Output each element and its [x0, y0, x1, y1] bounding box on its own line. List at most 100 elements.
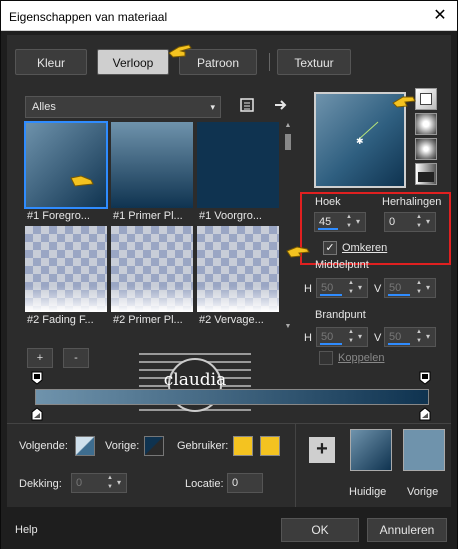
scroll-up-icon[interactable]: ▲: [283, 122, 293, 129]
current-preview: [350, 429, 392, 471]
slider-fill: [388, 343, 410, 345]
invert-label: Omkeren: [342, 242, 388, 254]
midpoint-h-label: H: [304, 283, 312, 295]
linear-style-button[interactable]: [415, 88, 437, 110]
list-icon[interactable]: [239, 97, 255, 113]
angle-field[interactable]: 45 ▲ ▼ ▾: [314, 212, 366, 232]
rectangular-style-button[interactable]: [415, 113, 437, 135]
repeats-label: Herhalingen: [382, 196, 442, 208]
gradient-label: #2 Vervage...: [199, 314, 264, 326]
next-swatch[interactable]: [75, 436, 95, 456]
remove-gradient-button[interactable]: -: [63, 348, 89, 368]
midpoint-label: Middelpunt: [315, 259, 369, 271]
midpoint-v-value: 50: [389, 282, 402, 294]
midpoint-h-field[interactable]: 50 ▲ ▼ ▾: [316, 278, 368, 298]
category-select-value: Alles: [32, 101, 56, 113]
user-color-swatch-alt[interactable]: [260, 436, 280, 456]
spinner-icon[interactable]: ▲ ▼: [345, 213, 353, 231]
gradient-label: #1 Foregro...: [27, 210, 90, 222]
opacity-stop-right[interactable]: [419, 371, 431, 385]
gradient-thumbnail: [25, 226, 107, 312]
chevron-down-icon[interactable]: ▾: [423, 279, 433, 297]
opacity-stop-left[interactable]: [31, 371, 43, 385]
color-stop-right[interactable]: [419, 407, 431, 421]
previous-preview: [403, 429, 445, 471]
location-field[interactable]: 0: [227, 473, 263, 493]
color-stop-left[interactable]: [31, 407, 43, 421]
midpoint-v-field[interactable]: 50 ▲ ▼ ▾: [384, 278, 436, 298]
chevron-down-icon[interactable]: ▾: [355, 328, 365, 346]
tab-textuur[interactable]: Textuur: [277, 49, 351, 75]
section-divider: [7, 423, 451, 424]
radial-style-button[interactable]: [415, 138, 437, 160]
spinner-icon[interactable]: ▲ ▼: [347, 328, 355, 346]
dialog-body: Kleur Verloop Patroon Textuur Alles ▾ #1…: [7, 35, 451, 507]
spinner-icon[interactable]: ▲ ▼: [415, 279, 423, 297]
gradient-label: #2 Primer Pl...: [113, 314, 183, 326]
focal-label: Brandpunt: [315, 309, 366, 321]
slider-fill: [320, 343, 342, 345]
midpoint-h-value: 50: [321, 282, 334, 294]
tab-separator: [269, 53, 270, 71]
repeats-value: 0: [389, 216, 396, 228]
prev-label: Vorige:: [105, 440, 140, 452]
opacity-field[interactable]: 0 ▲ ▼ ▾: [71, 473, 127, 493]
category-select[interactable]: Alles ▾: [25, 96, 221, 118]
slider-fill: [388, 294, 410, 296]
window-title: Eigenschappen van materiaal: [9, 10, 168, 24]
scrollbar-thumb[interactable]: [285, 134, 291, 150]
add-to-swatches-button[interactable]: +: [309, 437, 335, 463]
sunburst-style-button[interactable]: [415, 163, 437, 185]
add-gradient-button[interactable]: +: [27, 348, 53, 368]
spinner-icon[interactable]: ▲ ▼: [347, 279, 355, 297]
pointing-hand-icon: [168, 44, 192, 58]
gradient-item[interactable]: #1 Primer Pl...: [111, 122, 193, 224]
gradient-item[interactable]: #2 Vervage...: [197, 226, 279, 328]
pointing-hand-icon: [286, 246, 310, 258]
help-button[interactable]: Help: [15, 524, 38, 536]
chevron-down-icon[interactable]: ▾: [423, 328, 433, 346]
material-properties-dialog: Eigenschappen van materiaal ✕ Kleur Verl…: [0, 0, 458, 549]
link-checkbox[interactable]: [319, 351, 333, 365]
chevron-down-icon[interactable]: ▾: [355, 279, 365, 297]
gradient-item[interactable]: #2 Primer Pl...: [111, 226, 193, 328]
close-icon[interactable]: ✕: [429, 5, 451, 27]
scroll-down-icon[interactable]: ▼: [283, 323, 293, 330]
focal-h-value: 50: [321, 331, 334, 343]
chevron-down-icon[interactable]: ▾: [353, 213, 363, 231]
angle-value: 45: [319, 216, 332, 228]
chevron-down-icon[interactable]: ▾: [423, 213, 433, 231]
repeats-field[interactable]: 0 ▲ ▼ ▾: [384, 212, 436, 232]
gradient-item[interactable]: #1 Foregro...: [24, 121, 108, 224]
angle-label: Hoek: [315, 196, 341, 208]
pointing-hand-icon: [392, 96, 416, 108]
invert-checkbox[interactable]: ✓: [323, 241, 337, 255]
current-label: Huidige: [349, 486, 387, 498]
gradient-thumbnail: [111, 226, 193, 312]
pointing-hand-icon: [70, 175, 94, 187]
tab-verloop[interactable]: Verloop: [97, 49, 169, 75]
focal-h-field[interactable]: 50 ▲ ▼ ▾: [316, 327, 368, 347]
tab-kleur[interactable]: Kleur: [15, 49, 87, 75]
user-label: Gebruiker:: [177, 440, 229, 452]
gradient-item[interactable]: #2 Fading F...: [25, 226, 107, 328]
focal-v-field[interactable]: 50 ▲ ▼ ▾: [384, 327, 436, 347]
user-color-swatch[interactable]: [233, 436, 253, 456]
gradient-label: #2 Fading F...: [27, 314, 94, 326]
vertical-divider: [295, 423, 296, 507]
opacity-label: Dekking:: [19, 478, 62, 490]
gradient-item[interactable]: #1 Voorgro...: [197, 122, 279, 224]
gradient-editor-bar[interactable]: [35, 389, 429, 405]
prev-swatch[interactable]: [144, 436, 164, 456]
spinner-icon[interactable]: ▲ ▼: [415, 213, 423, 231]
title-bar: Eigenschappen van materiaal ✕: [1, 1, 457, 31]
cancel-button[interactable]: Annuleren: [367, 518, 447, 542]
arrow-right-icon[interactable]: [273, 97, 289, 113]
ok-button[interactable]: OK: [281, 518, 359, 542]
spinner-icon[interactable]: ▲ ▼: [106, 474, 114, 492]
watermark-logo: claudia: [139, 353, 251, 412]
spinner-icon[interactable]: ▲ ▼: [415, 328, 423, 346]
svg-text:✱: ✱: [356, 136, 364, 146]
library-scrollbar[interactable]: ▲ ▼: [283, 122, 293, 330]
chevron-down-icon[interactable]: ▾: [114, 474, 124, 492]
